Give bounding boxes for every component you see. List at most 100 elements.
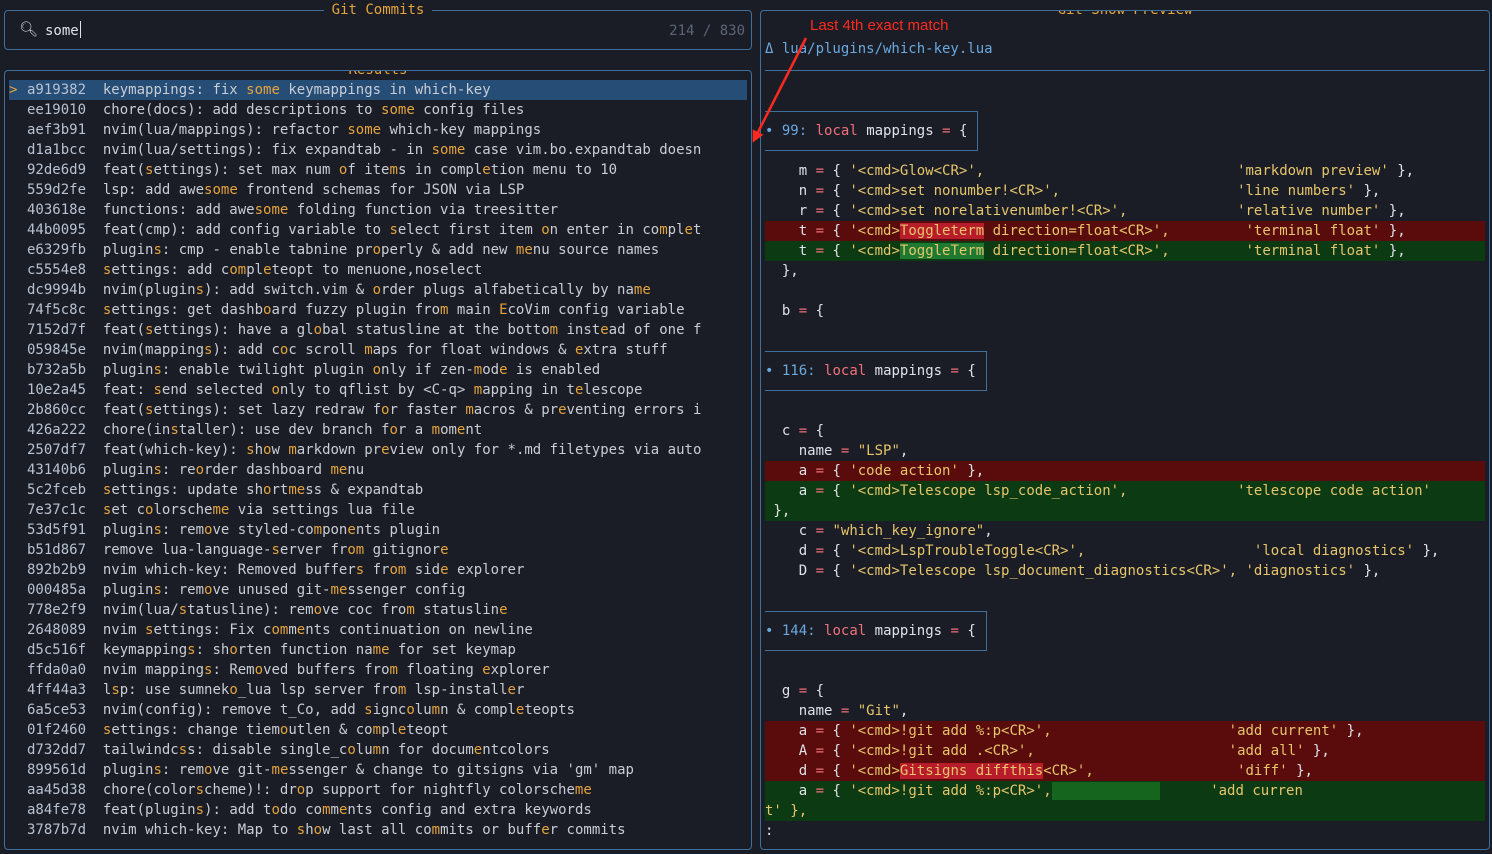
result-row[interactable]: ffda0a0 nvim mappings: Removed buffers f… [9, 660, 747, 680]
result-row[interactable]: a84fe78 feat(plugins): add todo comments… [9, 800, 747, 820]
commit-hash: 4ff44a3 [27, 682, 87, 698]
commit-message: feat(which-key): show markdown preview o… [102, 442, 702, 458]
result-row[interactable]: d732dd7 tailwindcss: disable single_colu… [9, 740, 747, 760]
result-row[interactable]: d1a1bcc nvim(lua/settings): fix expandta… [9, 140, 747, 160]
results-panel[interactable]: Results > a919382 keymappings: fix some k… [4, 70, 752, 850]
result-row[interactable]: 7e37c1c set colorscheme via settings lua… [9, 500, 747, 520]
commit-hash: d1a1bcc [27, 142, 87, 158]
result-row[interactable]: 2507df7 feat(which-key): show markdown p… [9, 440, 747, 460]
result-row[interactable]: ee19010 chore(docs): add descriptions to… [9, 100, 747, 120]
hunk-op: = [950, 363, 959, 379]
code-line: }, [765, 263, 799, 279]
prompt-title: Git Commits [323, 2, 433, 18]
result-row[interactable]: 92de6d9 feat(settings): set max num of i… [9, 160, 747, 180]
commit-message: feat: send selected only to qflist by <C… [102, 382, 643, 398]
result-row[interactable]: 2b860cc feat(settings): set lazy redraw … [9, 400, 747, 420]
result-row[interactable]: 059845e nvim(mappings): add coc scroll m… [9, 340, 747, 360]
hunk-ident: mappings [874, 623, 943, 639]
deleted-line: A = { '<cmd>!git add .<CR>', 'add all' }… [765, 741, 1485, 761]
result-row[interactable]: > a919382 keymappings: fix some keymappin… [9, 80, 747, 100]
result-row[interactable]: 403618e functions: add awesome folding f… [9, 200, 747, 220]
hunk-keyword: local [824, 363, 867, 379]
result-row[interactable]: 10e2a45 feat: send selected only to qfli… [9, 380, 747, 400]
commit-hash: a919382 [27, 82, 87, 98]
commit-hash: 899561d [27, 762, 87, 778]
deleted-line: t = { '<cmd>Toggleterm direction=float<C… [765, 221, 1485, 241]
hunk-bullet: • [765, 363, 774, 379]
selection-caret [9, 380, 27, 400]
selection-caret [9, 700, 27, 720]
selection-caret [9, 140, 27, 160]
hunk-ident: mappings [866, 123, 934, 139]
result-row[interactable]: 74f5c8c settings: get dashboard fuzzy pl… [9, 300, 747, 320]
commit-hash: d5c516f [27, 642, 87, 658]
result-row[interactable]: d5c516f keymappings: shorten function na… [9, 640, 747, 660]
result-row[interactable]: aa45d38 chore(colorscheme)!: drop suppor… [9, 780, 747, 800]
commit-message: plugins: reorder dashboard menu [102, 462, 365, 478]
result-row[interactable]: 53d5f91 plugins: remove styled-component… [9, 520, 747, 540]
selection-caret [9, 520, 27, 540]
commit-hash: 6a5ce53 [27, 702, 87, 718]
commit-hash: 01f2460 [27, 722, 87, 738]
selection-caret [9, 360, 27, 380]
commit-hash: 2507df7 [27, 442, 87, 458]
selection-caret [9, 820, 27, 840]
commit-hash: 74f5c8c [27, 302, 87, 318]
result-row[interactable]: 6a5ce53 nvim(config): remove t_Co, add s… [9, 700, 747, 720]
result-row[interactable]: 7152d7f feat(settings): have a global st… [9, 320, 747, 340]
code-line: d = { '<cmd>LspTroubleToggle<CR>', 'loca… [765, 543, 1440, 559]
preview-title: Git Show Preview [1049, 11, 1201, 18]
result-row[interactable]: e6329fb plugins: cmp - enable tabnine pr… [9, 240, 747, 260]
search-input[interactable]: some [45, 21, 81, 39]
divider [765, 70, 1485, 71]
commit-message: settings: add completeopt to menuone,nos… [102, 262, 483, 278]
result-row[interactable]: dc9994b nvim(plugins): add switch.vim & … [9, 280, 747, 300]
result-row[interactable]: 892b2b9 nvim which-key: Removed buffers … [9, 560, 747, 580]
hunk-header: • 116: local mappings = { [765, 351, 987, 391]
result-row[interactable]: 899561d plugins: remove git-messenger & … [9, 760, 747, 780]
commit-message: nvim settings: Fix comments continuation… [102, 622, 533, 638]
hunk-keyword: local [815, 123, 858, 139]
commit-hash: 000485a [27, 582, 87, 598]
commit-hash: 5c2fceb [27, 482, 87, 498]
result-row[interactable]: 559d2fe lsp: add awesome frontend schema… [9, 180, 747, 200]
result-row[interactable]: 5c2fceb settings: update shortmess & exp… [9, 480, 747, 500]
commit-hash: 92de6d9 [27, 162, 87, 178]
commit-message: feat(settings): set max num of items in … [102, 162, 618, 178]
commit-message: nvim(mappings): add coc scroll maps for … [102, 342, 668, 358]
commit-message: feat(settings): have a global statusline… [102, 322, 702, 338]
hunk-op: = [950, 623, 959, 639]
selection-caret [9, 480, 27, 500]
added-line: t = { '<cmd>ToggleTerm direction=float<C… [765, 241, 1485, 261]
result-row[interactable]: 43140b6 plugins: reorder dashboard menu [9, 460, 747, 480]
commit-message: nvim mappings: Removed buffers from floa… [102, 662, 550, 678]
result-row[interactable]: 3787b7d nvim which-key: Map to show last… [9, 820, 747, 840]
results-list[interactable]: > a919382 keymappings: fix some keymappin… [9, 80, 747, 840]
selection-caret [9, 540, 27, 560]
result-row[interactable]: 000485a plugins: remove unused git-messe… [9, 580, 747, 600]
added-line-wrap: t' }, [765, 801, 1485, 821]
selection-caret [9, 300, 27, 320]
selection-caret [9, 160, 27, 180]
selection-caret [9, 720, 27, 740]
code-line: name = "LSP", [765, 443, 909, 459]
result-row[interactable]: b51d867 remove lua-language-server from … [9, 540, 747, 560]
deleted-word: Gitsigns diffthis [899, 763, 1044, 779]
commit-hash: 778e2f9 [27, 602, 87, 618]
result-row[interactable]: c5554e8 settings: add completeopt to men… [9, 260, 747, 280]
result-row[interactable]: aef3b91 nvim(lua/mappings): refactor som… [9, 120, 747, 140]
deleted-word: Toggleterm [899, 223, 985, 239]
result-row[interactable]: 4ff44a3 lsp: use sumneko_lua lsp server … [9, 680, 747, 700]
result-row[interactable]: 01f2460 settings: change tiemoutlen & co… [9, 720, 747, 740]
commit-hash: 426a222 [27, 422, 87, 438]
commit-message: nvim which-key: Removed buffers from sid… [102, 562, 525, 578]
commit-message: nvim(lua/mappings): refactor some which-… [102, 122, 542, 138]
commit-message: lsp: add awesome frontend schemas for JS… [102, 182, 525, 198]
result-row[interactable]: b732a5b plugins: enable twilight plugin … [9, 360, 747, 380]
result-row[interactable]: 426a222 chore(installer): use dev branch… [9, 420, 747, 440]
command-line[interactable]: : [765, 821, 1485, 841]
result-row[interactable]: 778e2f9 nvim(lua/statusline): remove coc… [9, 600, 747, 620]
result-row[interactable]: 2648089 nvim settings: Fix comments cont… [9, 620, 747, 640]
selection-caret [9, 420, 27, 440]
result-row[interactable]: 44b0095 feat(cmp): add config variable t… [9, 220, 747, 240]
